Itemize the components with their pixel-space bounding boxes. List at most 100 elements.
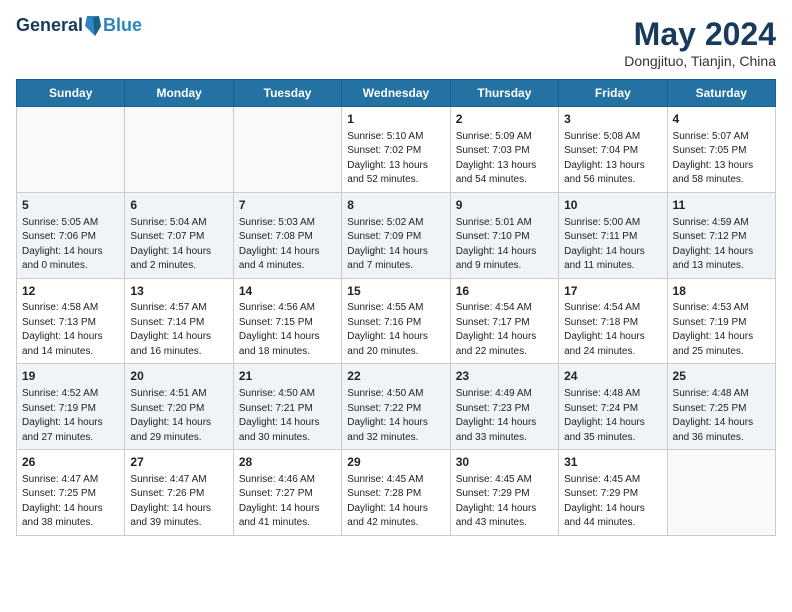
cell-info: Sunrise: 4:55 AMSunset: 7:16 PMDaylight:… (347, 301, 444, 359)
week-row-2: 5Sunrise: 5:05 AMSunset: 7:06 PMDaylight… (17, 192, 776, 278)
cell-info: Sunrise: 4:54 AMSunset: 7:17 PMDaylight:… (456, 301, 553, 359)
day-number: 10 (564, 197, 661, 214)
calendar-cell: 23 Sunrise: 4:49 AMSunset: 7:23 PMDayligh… (450, 364, 558, 450)
calendar-cell: 8Sunrise: 5:02 AMSunset: 7:09 PMDaylight… (342, 192, 450, 278)
day-number: 2 (456, 111, 553, 128)
week-row-5: 26 Sunrise: 4:47 AMSunset: 7:25 PMDayligh… (17, 450, 776, 536)
month-title: May 2024 (624, 16, 776, 53)
calendar-cell: 28 Sunrise: 4:46 AMSunset: 7:27 PMDayligh… (233, 450, 341, 536)
cell-info: Sunrise: 4:49 AMSunset: 7:23 PMDaylight:… (456, 387, 553, 445)
day-number: 7 (239, 197, 336, 214)
calendar-cell: 16Sunrise: 4:54 AMSunset: 7:17 PMDayligh… (450, 278, 558, 364)
calendar-cell: 4 Sunrise: 5:07 AMSunset: 7:05 PMDaylight… (667, 107, 775, 193)
calendar-cell: 17Sunrise: 4:54 AMSunset: 7:18 PMDayligh… (559, 278, 667, 364)
day-number: 30 (456, 454, 553, 471)
cell-info: Sunrise: 4:52 AMSunset: 7:19 PMDaylight:… (22, 387, 119, 445)
day-number: 3 (564, 111, 661, 128)
cell-info: Sunrise: 5:04 AMSunset: 7:07 PMDaylight:… (130, 216, 227, 274)
cell-info: Sunrise: 4:56 AMSunset: 7:15 PMDaylight:… (239, 301, 336, 359)
calendar-cell: 14Sunrise: 4:56 AMSunset: 7:15 PMDayligh… (233, 278, 341, 364)
cell-info: Sunrise: 4:50 AMSunset: 7:22 PMDaylight:… (347, 387, 444, 445)
col-header-saturday: Saturday (667, 80, 775, 107)
header-row: SundayMondayTuesdayWednesdayThursdayFrid… (17, 80, 776, 107)
cell-info: Sunrise: 5:02 AMSunset: 7:09 PMDaylight:… (347, 216, 444, 274)
calendar-cell: 5Sunrise: 5:05 AMSunset: 7:06 PMDaylight… (17, 192, 125, 278)
calendar-cell: 15Sunrise: 4:55 AMSunset: 7:16 PMDayligh… (342, 278, 450, 364)
week-row-1: 1 Sunrise: 5:10 AMSunset: 7:02 PMDaylight… (17, 107, 776, 193)
calendar-cell: 24Sunrise: 4:48 AMSunset: 7:24 PMDayligh… (559, 364, 667, 450)
day-number: 20 (130, 368, 227, 385)
day-number: 29 (347, 454, 444, 471)
cell-info: Sunrise: 5:01 AMSunset: 7:10 PMDaylight:… (456, 216, 553, 274)
title-block: May 2024 Dongjituo, Tianjin, China (624, 16, 776, 69)
calendar-cell: 31Sunrise: 4:45 AMSunset: 7:29 PMDayligh… (559, 450, 667, 536)
col-header-friday: Friday (559, 80, 667, 107)
calendar-cell: 12Sunrise: 4:58 AMSunset: 7:13 PMDayligh… (17, 278, 125, 364)
cell-info: Sunrise: 4:48 AMSunset: 7:24 PMDaylight:… (564, 387, 661, 445)
cell-info: Sunrise: 4:45 AMSunset: 7:28 PMDaylight:… (347, 473, 444, 531)
calendar-cell: 18Sunrise: 4:53 AMSunset: 7:19 PMDayligh… (667, 278, 775, 364)
day-number: 25 (673, 368, 770, 385)
calendar-cell: 11Sunrise: 4:59 AMSunset: 7:12 PMDayligh… (667, 192, 775, 278)
calendar-cell: 7 Sunrise: 5:03 AMSunset: 7:08 PMDaylight… (233, 192, 341, 278)
day-number: 26 (22, 454, 119, 471)
day-number: 23 (456, 368, 553, 385)
logo-icon (85, 16, 101, 36)
cell-info: Sunrise: 4:47 AMSunset: 7:26 PMDaylight:… (130, 473, 227, 531)
page-header: General Blue May 2024 Dongjituo, Tianjin… (16, 16, 776, 69)
day-number: 17 (564, 283, 661, 300)
day-number: 28 (239, 454, 336, 471)
day-number: 13 (130, 283, 227, 300)
logo: General Blue (16, 16, 142, 36)
calendar-cell: 13Sunrise: 4:57 AMSunset: 7:14 PMDayligh… (125, 278, 233, 364)
cell-info: Sunrise: 5:05 AMSunset: 7:06 PMDaylight:… (22, 216, 119, 274)
calendar-cell: 9 Sunrise: 5:01 AMSunset: 7:10 PMDaylight… (450, 192, 558, 278)
cell-info: Sunrise: 5:09 AMSunset: 7:03 PMDaylight:… (456, 130, 553, 188)
cell-info: Sunrise: 5:03 AMSunset: 7:08 PMDaylight:… (239, 216, 336, 274)
calendar-cell (667, 450, 775, 536)
col-header-thursday: Thursday (450, 80, 558, 107)
day-number: 27 (130, 454, 227, 471)
day-number: 1 (347, 111, 444, 128)
cell-info: Sunrise: 4:46 AMSunset: 7:27 PMDaylight:… (239, 473, 336, 531)
calendar-cell (233, 107, 341, 193)
day-number: 15 (347, 283, 444, 300)
day-number: 16 (456, 283, 553, 300)
calendar-cell: 27 Sunrise: 4:47 AMSunset: 7:26 PMDayligh… (125, 450, 233, 536)
day-number: 9 (456, 197, 553, 214)
calendar-cell (17, 107, 125, 193)
cell-info: Sunrise: 4:45 AMSunset: 7:29 PMDaylight:… (564, 473, 661, 531)
cell-info: Sunrise: 5:07 AMSunset: 7:05 PMDaylight:… (673, 130, 770, 188)
cell-info: Sunrise: 4:48 AMSunset: 7:25 PMDaylight:… (673, 387, 770, 445)
calendar-table: SundayMondayTuesdayWednesdayThursdayFrid… (16, 79, 776, 536)
calendar-cell: 3 Sunrise: 5:08 AMSunset: 7:04 PMDaylight… (559, 107, 667, 193)
col-header-sunday: Sunday (17, 80, 125, 107)
day-number: 12 (22, 283, 119, 300)
col-header-wednesday: Wednesday (342, 80, 450, 107)
day-number: 14 (239, 283, 336, 300)
calendar-cell: 21Sunrise: 4:50 AMSunset: 7:21 PMDayligh… (233, 364, 341, 450)
calendar-cell: 10 Sunrise: 5:00 AMSunset: 7:11 PMDayligh… (559, 192, 667, 278)
location: Dongjituo, Tianjin, China (624, 53, 776, 69)
cell-info: Sunrise: 5:00 AMSunset: 7:11 PMDaylight:… (564, 216, 661, 274)
cell-info: Sunrise: 5:08 AMSunset: 7:04 PMDaylight:… (564, 130, 661, 188)
calendar-cell: 20 Sunrise: 4:51 AMSunset: 7:20 PMDayligh… (125, 364, 233, 450)
calendar-cell: 19 Sunrise: 4:52 AMSunset: 7:19 PMDayligh… (17, 364, 125, 450)
cell-info: Sunrise: 4:51 AMSunset: 7:20 PMDaylight:… (130, 387, 227, 445)
calendar-cell (125, 107, 233, 193)
cell-info: Sunrise: 4:58 AMSunset: 7:13 PMDaylight:… (22, 301, 119, 359)
cell-info: Sunrise: 4:54 AMSunset: 7:18 PMDaylight:… (564, 301, 661, 359)
calendar-cell: 22Sunrise: 4:50 AMSunset: 7:22 PMDayligh… (342, 364, 450, 450)
day-number: 18 (673, 283, 770, 300)
cell-info: Sunrise: 4:45 AMSunset: 7:29 PMDaylight:… (456, 473, 553, 531)
calendar-cell: 25 Sunrise: 4:48 AMSunset: 7:25 PMDayligh… (667, 364, 775, 450)
day-number: 19 (22, 368, 119, 385)
cell-info: Sunrise: 4:47 AMSunset: 7:25 PMDaylight:… (22, 473, 119, 531)
cell-info: Sunrise: 5:10 AMSunset: 7:02 PMDaylight:… (347, 130, 444, 188)
calendar-cell: 29 Sunrise: 4:45 AMSunset: 7:28 PMDayligh… (342, 450, 450, 536)
day-number: 11 (673, 197, 770, 214)
day-number: 21 (239, 368, 336, 385)
day-number: 6 (130, 197, 227, 214)
week-row-3: 12Sunrise: 4:58 AMSunset: 7:13 PMDayligh… (17, 278, 776, 364)
day-number: 4 (673, 111, 770, 128)
